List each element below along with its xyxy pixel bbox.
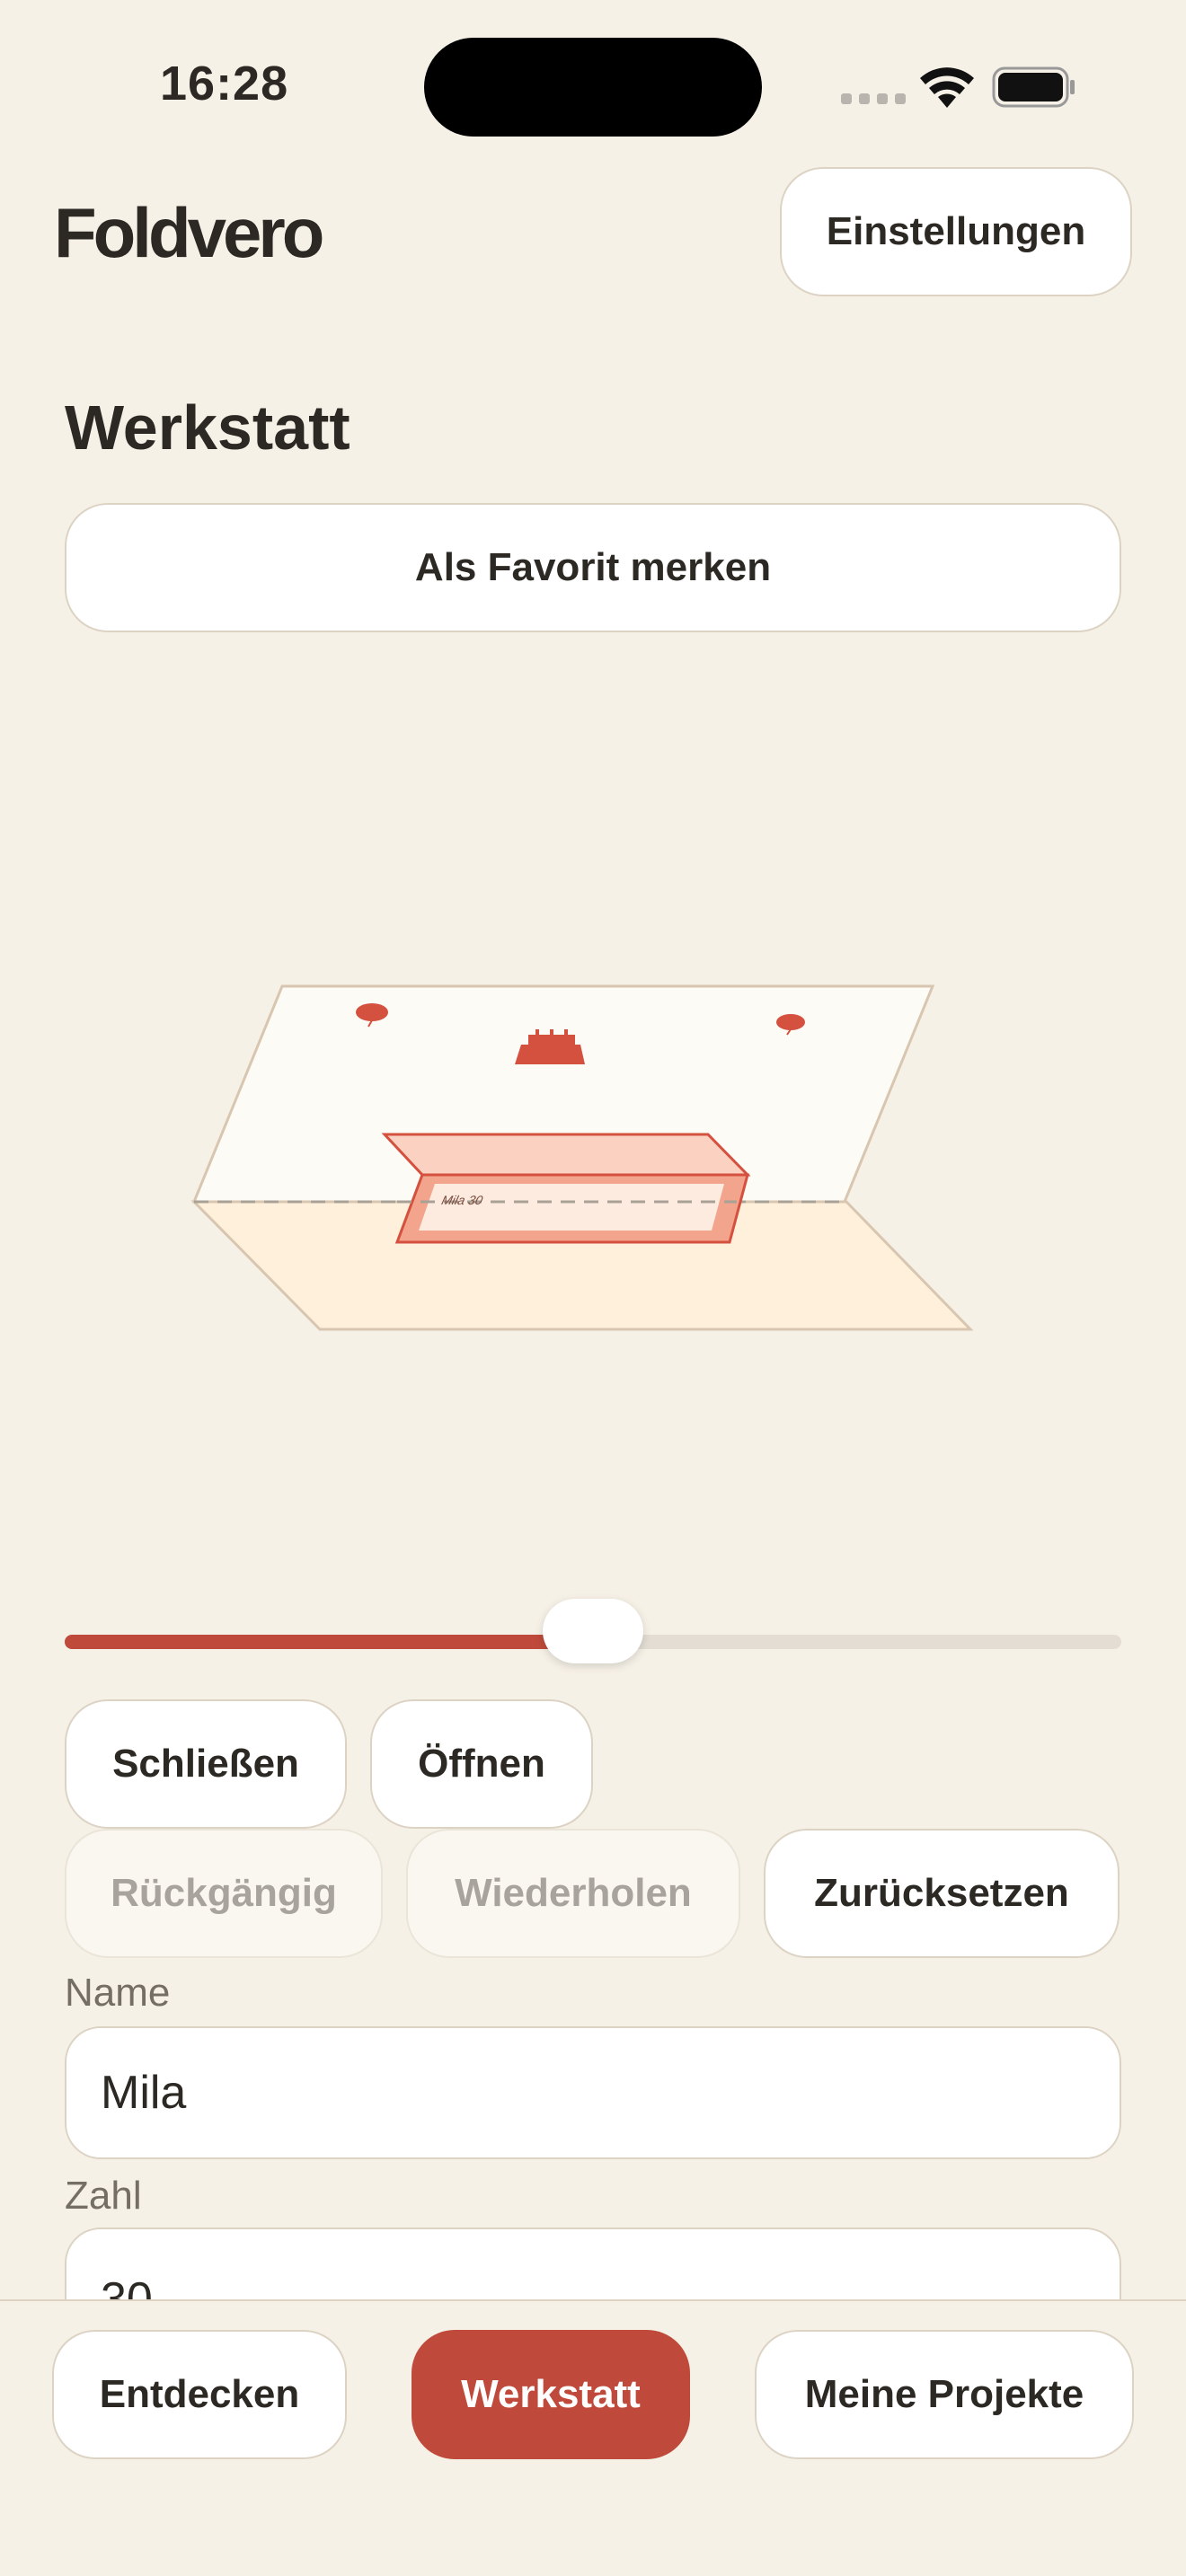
nav-my-projects[interactable]: Meine Projekte [755,2330,1134,2459]
name-field[interactable]: Mila [65,2026,1121,2159]
status-time: 16:28 [160,57,289,110]
name-label: Name [65,1971,171,2015]
wifi-icon [920,67,974,108]
favorite-button[interactable]: Als Favorit merken [65,503,1121,632]
popup-element [381,1133,751,1244]
app-title: Foldvero [54,193,324,272]
redo-button[interactable]: Wiederholen [406,1829,740,1958]
bottom-nav: Entdecken Werkstatt Meine Projekte [0,2299,1186,2576]
slider-thumb[interactable] [543,1599,643,1663]
page-title: Werkstatt [65,393,350,463]
open-button[interactable]: Öffnen [370,1699,593,1829]
close-button[interactable]: Schließen [65,1699,347,1829]
fold-slider[interactable] [65,1599,1121,1663]
nav-workshop[interactable]: Werkstatt [412,2330,690,2459]
card-preview[interactable]: Mila 30 [0,952,1186,1356]
card-text: Mila 30 [440,1194,484,1208]
undo-button[interactable]: Rückgängig [65,1829,383,1958]
dynamic-island [424,38,762,137]
signal-dots-icon [841,93,906,104]
number-label: Zahl [65,2174,142,2218]
reset-button[interactable]: Zurücksetzen [764,1829,1120,1958]
battery-icon [992,66,1075,108]
nav-discover[interactable]: Entdecken [52,2330,347,2459]
slider-fill [65,1635,593,1649]
settings-button[interactable]: Einstellungen [780,167,1132,296]
